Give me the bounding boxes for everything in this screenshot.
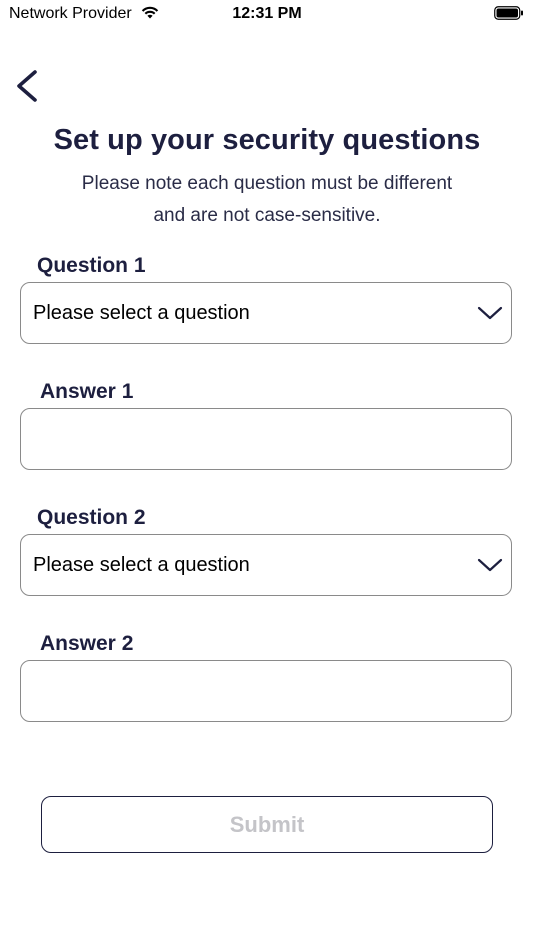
status-bar: Network Provider 12:31 PM — [0, 0, 534, 30]
question-1-selected-value: Please select a question — [33, 302, 250, 324]
subtitle-line-1: Please note each question must be differ… — [81, 173, 453, 194]
question-1-label: Question 1 — [37, 254, 146, 277]
chevron-down-icon — [477, 306, 503, 320]
question-2-label: Question 2 — [37, 506, 146, 529]
page-title: Set up your security questions — [53, 124, 481, 156]
answer-1-label: Answer 1 — [40, 380, 134, 403]
battery-icon — [494, 6, 523, 20]
answer-2-label: Answer 2 — [40, 632, 134, 655]
status-time: 12:31 PM — [232, 5, 302, 22]
chevron-down-icon — [477, 558, 503, 572]
page-subtitle: Please note each question must be differ… — [40, 168, 494, 232]
back-button[interactable] — [8, 64, 48, 108]
subtitle-line-2: and are not case-sensitive. — [153, 205, 381, 226]
answer-2-field-box — [20, 660, 512, 722]
submit-button[interactable]: Submit — [41, 796, 493, 853]
question-2-selected-value: Please select a question — [33, 554, 250, 576]
answer-1-input[interactable] — [21, 409, 511, 469]
question-1-select[interactable]: Please select a question — [20, 282, 512, 344]
chevron-left-icon — [17, 70, 37, 102]
question-2-select[interactable]: Please select a question — [20, 534, 512, 596]
answer-1-field-box — [20, 408, 512, 470]
answer-2-input[interactable] — [21, 661, 511, 721]
